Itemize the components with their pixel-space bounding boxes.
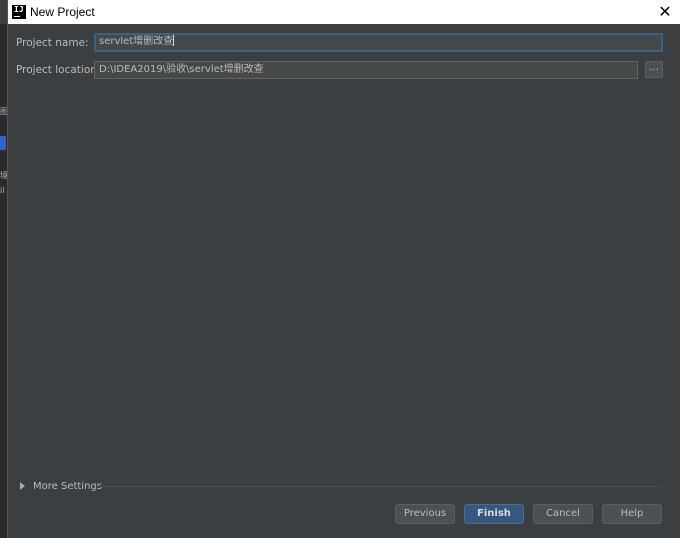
project-location-input[interactable]: D:\IDEA2019\验收\servlet增删改查 — [94, 61, 638, 79]
cancel-button[interactable]: Cancel — [533, 504, 593, 524]
finish-button[interactable]: Finish — [464, 504, 524, 524]
browse-button[interactable]: ... — [645, 61, 663, 78]
project-name-input[interactable]: servlet增删改查 — [94, 33, 663, 52]
text-caret — [173, 35, 175, 46]
close-icon[interactable]: ✕ — [655, 2, 675, 22]
triangle-right-icon — [20, 482, 25, 490]
intellij-logo-icon: IJ — [12, 5, 26, 19]
project-name-label: Project name: — [16, 37, 89, 49]
background-selection — [0, 136, 6, 150]
more-settings-toggle[interactable]: More Settings — [20, 481, 102, 492]
more-settings-separator — [98, 486, 662, 487]
window-title: New Project — [30, 5, 95, 19]
project-name-value: servlet增删改查 — [99, 36, 174, 47]
project-location-label: Project location: — [16, 64, 101, 76]
more-settings-label: More Settings — [33, 481, 102, 492]
help-button[interactable]: Help — [602, 504, 662, 524]
previous-button[interactable]: Previous — [395, 504, 455, 524]
new-project-dialog: IJ New Project ✕ Project name: servlet增删… — [7, 0, 680, 538]
title-bar: IJ New Project ✕ — [8, 0, 680, 24]
